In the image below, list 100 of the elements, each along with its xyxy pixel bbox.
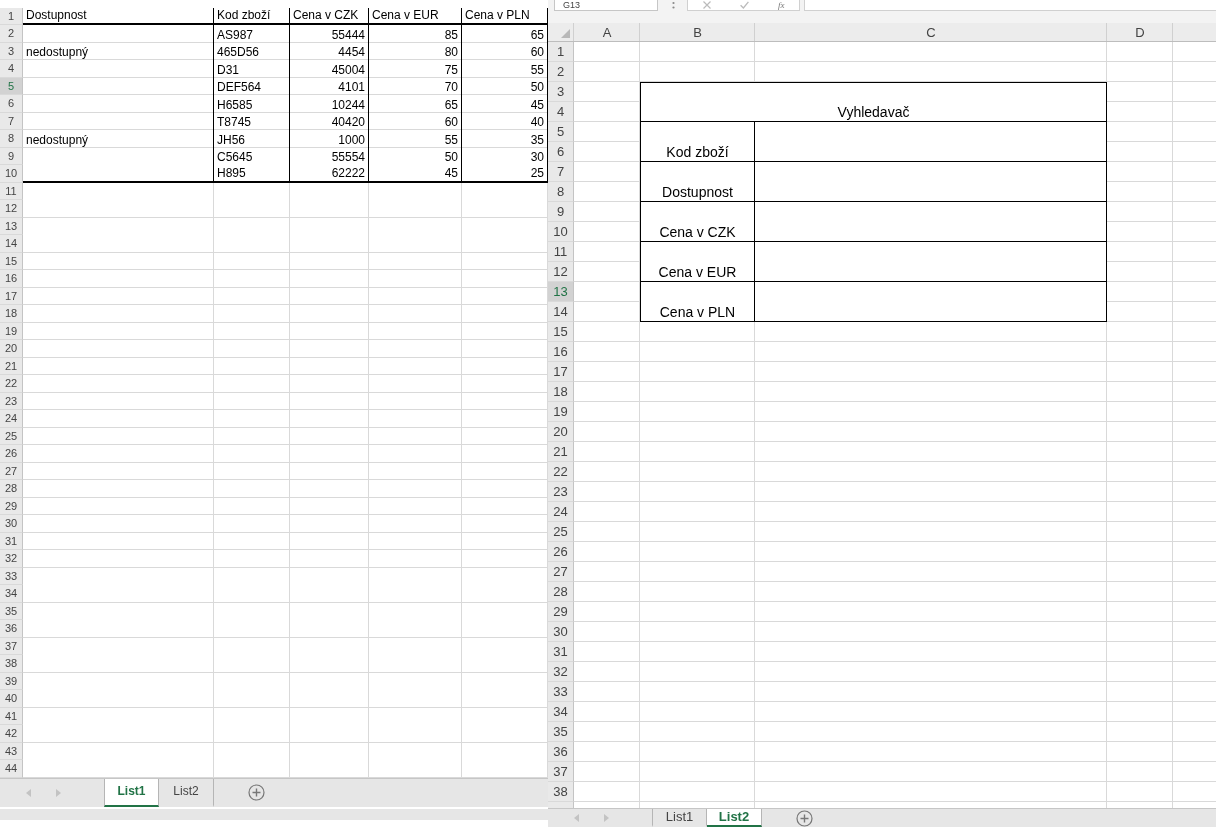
row-number: 23 [0, 392, 23, 410]
row-number: 11 [548, 242, 574, 262]
row-number: 26 [0, 445, 23, 463]
row-number: 25 [0, 427, 23, 445]
row-number: 15 [548, 322, 574, 342]
insert-function-button[interactable]: fx [777, 0, 785, 10]
caret-right-icon[interactable] [604, 814, 609, 822]
column-letter: B [692, 23, 703, 41]
value-field[interactable] [755, 242, 1107, 282]
row-number: 20 [548, 422, 574, 442]
row-number: 6 [0, 95, 23, 113]
row-number: 30 [548, 622, 574, 642]
lookup-title: Vyhledavač [640, 82, 1107, 122]
row-number: 10 [548, 222, 574, 242]
row-number: 36 [548, 742, 574, 762]
row-number: 30 [0, 515, 23, 533]
caret-left-icon[interactable] [574, 814, 579, 822]
row-number: 37 [0, 637, 23, 655]
row-number: 35 [0, 602, 23, 620]
plus-circle-icon[interactable] [248, 784, 265, 801]
row-number: 34 [548, 702, 574, 722]
sheet-tab[interactable]: List1 [104, 778, 159, 807]
formula-field[interactable] [804, 0, 1216, 11]
table-cell: H6585 [214, 95, 290, 113]
column-header: Kod zboží [214, 7, 290, 25]
column-letter: A [601, 23, 613, 41]
table-cell: D31 [214, 60, 290, 78]
row-number: 26 [548, 542, 574, 562]
caret-right-icon[interactable] [56, 788, 61, 797]
table-cell: 50 [369, 147, 462, 165]
row-number: 27 [548, 562, 574, 582]
row-number: 21 [0, 357, 23, 375]
plus-circle-icon[interactable] [796, 809, 813, 827]
table-cell: 45 [369, 165, 462, 183]
table-cell: 55444 [290, 25, 369, 43]
row-number: 9 [548, 202, 574, 222]
column-header: Cena v EUR [369, 7, 462, 25]
row-number: 18 [548, 382, 574, 402]
row-number: 44 [0, 760, 23, 778]
row-number: 6 [548, 142, 574, 162]
sheet-tab[interactable]: List2 [159, 778, 214, 807]
row-number: 18 [0, 305, 23, 323]
field-label: Cena v EUR [640, 242, 755, 282]
row-number: 39 [0, 672, 23, 690]
row-number: 17 [548, 362, 574, 382]
row-number: 28 [548, 582, 574, 602]
row-number: 16 [0, 270, 23, 288]
row-number: 43 [0, 742, 23, 760]
row-number: 1 [548, 42, 574, 62]
table-cell: 85 [369, 25, 462, 43]
row-number: 38 [548, 782, 574, 802]
sheet-tab[interactable]: List2 [707, 809, 762, 827]
row-number: 24 [548, 502, 574, 522]
table-cell: 45004 [290, 60, 369, 78]
row-number: 14 [548, 302, 574, 322]
row-number: 32 [548, 662, 574, 682]
table-cell: nedostupný [23, 130, 214, 148]
value-field[interactable] [755, 162, 1107, 202]
row-number: 41 [0, 707, 23, 725]
name-box[interactable]: G13 [554, 0, 658, 11]
table-cell: 55554 [290, 147, 369, 165]
column-header: Dostupnost [23, 7, 214, 25]
dots-icon [672, 1, 675, 10]
row-number: 23 [548, 482, 574, 502]
cross-icon[interactable] [702, 1, 711, 9]
row-number: 5 [548, 122, 574, 142]
table-cell: 70 [369, 77, 462, 95]
row-number: 9 [0, 147, 23, 165]
row-number: 25 [548, 522, 574, 542]
row-number: 11 [0, 182, 23, 200]
row-number: 21 [548, 442, 574, 462]
row-number: 4 [548, 102, 574, 122]
row-number: 19 [0, 322, 23, 340]
table-cell: DEF564 [214, 77, 290, 95]
table-cell: 55 [369, 130, 462, 148]
value-field[interactable] [755, 202, 1107, 242]
check-icon[interactable] [739, 1, 749, 9]
caret-left-icon[interactable] [26, 788, 31, 797]
row-number: 19 [548, 402, 574, 422]
row-number: 3 [0, 42, 23, 60]
row-number: 12 [0, 200, 23, 218]
row-number: 4 [0, 60, 23, 78]
row-number: 17 [0, 287, 23, 305]
table-cell: 60 [369, 112, 462, 130]
row-number: 31 [0, 532, 23, 550]
table-cell: 75 [369, 60, 462, 78]
row-number: 32 [0, 550, 23, 568]
row-number: 15 [0, 252, 23, 270]
table-cell: AS987 [214, 25, 290, 43]
value-field[interactable] [755, 122, 1107, 162]
row-number: 33 [548, 682, 574, 702]
table-cell: T8745 [214, 112, 290, 130]
table-cell: C5645 [214, 147, 290, 165]
value-field[interactable] [755, 282, 1107, 322]
row-number: 28 [0, 480, 23, 498]
row-number: 8 [548, 182, 574, 202]
field-label: Dostupnost [640, 162, 755, 202]
row-number: 13 [0, 217, 23, 235]
select-all-icon[interactable] [561, 29, 570, 38]
column-header: Cena v CZK [290, 7, 369, 25]
